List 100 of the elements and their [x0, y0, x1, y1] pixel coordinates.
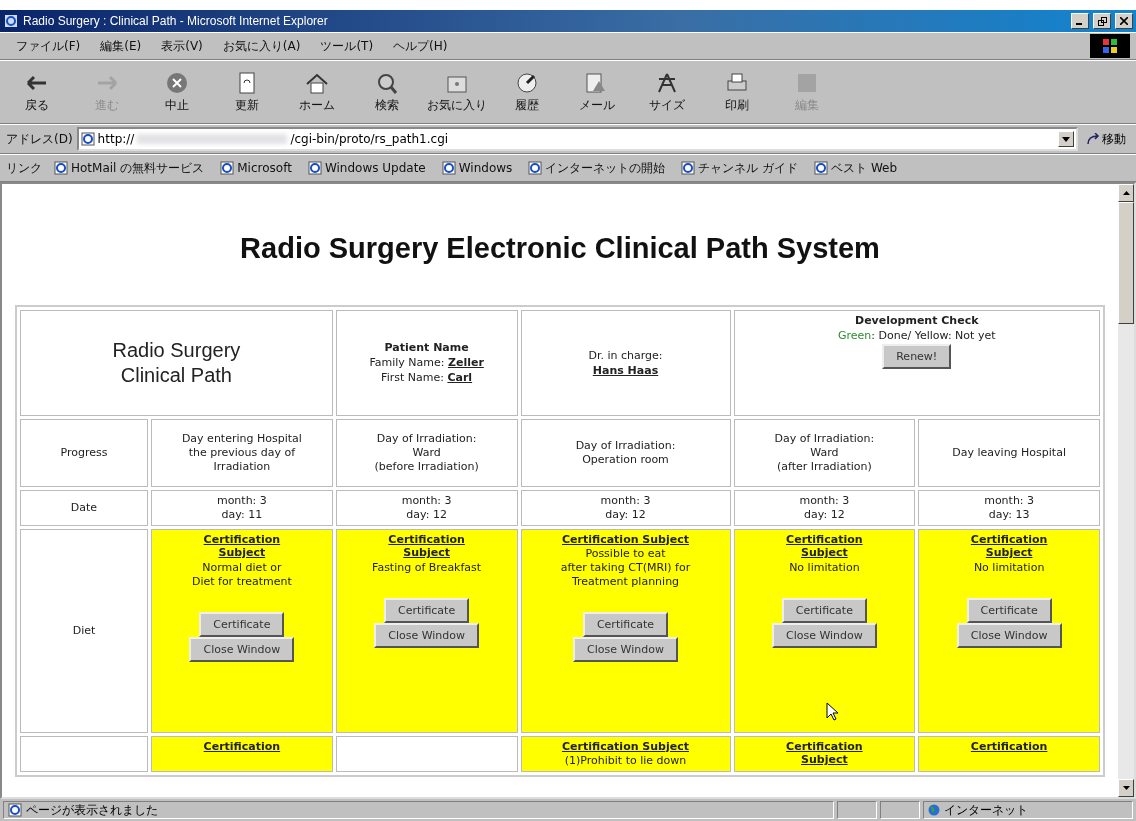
- window-title: Radio Surgery : Clinical Path - Microsoft Internet Explorer: [23, 14, 329, 28]
- toolbar-button[interactable]: 履歴: [496, 68, 558, 116]
- toolbar-button[interactable]: 印刷: [706, 68, 768, 116]
- toolbar-button[interactable]: サイズ: [636, 68, 698, 116]
- menu-item[interactable]: 編集(E): [90, 35, 152, 57]
- table-cell: month: 3 day: 13: [918, 490, 1100, 526]
- renew-button[interactable]: Renew!: [882, 343, 952, 369]
- menu-item[interactable]: ヘルプ(H): [383, 35, 458, 57]
- app-icon: [3, 13, 19, 29]
- link-item[interactable]: チャンネル ガイド: [681, 159, 799, 177]
- scroll-thumb[interactable]: [1118, 202, 1134, 324]
- subject-link[interactable]: Certification: [970, 739, 1048, 754]
- table-cell: Radio Surgery Clinical Path: [20, 310, 333, 416]
- toolbar-button[interactable]: ホーム: [286, 68, 348, 116]
- cell-text: No limitation: [973, 561, 1045, 575]
- ie-page-icon: [8, 803, 22, 817]
- family-name-link[interactable]: Zeller: [447, 356, 484, 370]
- link-item[interactable]: ベスト Web: [814, 159, 898, 177]
- patient-heading: Patient Name: [384, 341, 469, 356]
- subject-link[interactable]: Certification Subject: [562, 532, 689, 547]
- toolbar-button[interactable]: 検索: [356, 68, 418, 116]
- first-name-label: First Name: Carl: [381, 370, 473, 385]
- close-window-button[interactable]: Close Window: [374, 622, 480, 648]
- history-icon: [514, 70, 540, 95]
- toolbar-button[interactable]: 更新: [216, 68, 278, 116]
- certificate-button[interactable]: Certificate: [781, 597, 867, 623]
- subject-link[interactable]: Certification Subject: [786, 739, 863, 767]
- table-cell: month: 3 day: 12: [733, 490, 916, 526]
- subject-link[interactable]: Certification Subject: [970, 532, 1048, 560]
- subject-link[interactable]: Certification Subject: [203, 532, 281, 560]
- ie-page-icon: [54, 161, 68, 175]
- minimize-button[interactable]: [1071, 13, 1089, 29]
- doctor-name-link[interactable]: Hans Haas: [592, 363, 659, 378]
- cell-text: (1)Prohibit to lie down: [564, 754, 687, 768]
- scroll-down-button[interactable]: [1118, 779, 1134, 797]
- ie-page-icon: [441, 161, 456, 175]
- go-button[interactable]: 移動: [1082, 130, 1130, 148]
- mouse-cursor-icon: [826, 702, 840, 722]
- subject-link[interactable]: Certification Subject: [786, 532, 863, 560]
- family-name-label: Family Name: Zeller: [369, 356, 484, 370]
- dropdown-button[interactable]: [1058, 131, 1074, 147]
- certificate-button[interactable]: Certificate: [966, 597, 1052, 623]
- toolbar-button[interactable]: お気に入り: [426, 68, 488, 116]
- address-field[interactable]: http:// /cgi-bin/proto/rs_path1.cgi: [76, 127, 1078, 151]
- table-cell: Day entering Hospital the previous day of Irradiation: [151, 419, 333, 487]
- restore-icon: [1097, 16, 1107, 26]
- zone-text: インターネット: [923, 801, 1133, 819]
- certificate-button[interactable]: Certificate: [199, 611, 285, 637]
- cell-text: Possible to eat after taking CT(MRI) for Treatment planning: [560, 547, 691, 589]
- menu-item[interactable]: 表示(V): [151, 35, 213, 57]
- status-text: ページが表示されました: [3, 801, 834, 819]
- go-arrow-icon: [1086, 133, 1100, 145]
- table-cell: Day of Irradiation: Operation room: [520, 419, 731, 487]
- windows-logo: [1090, 34, 1130, 58]
- subject-link[interactable]: Certification: [203, 739, 281, 754]
- table-cell: Day of Irradiation: Ward (before Irradiation): [335, 419, 518, 487]
- link-item[interactable]: Windows Update: [307, 161, 426, 175]
- subject-link[interactable]: Certification Subject: [388, 532, 465, 560]
- menu-item[interactable]: ファイル(F): [6, 35, 91, 57]
- link-item[interactable]: Windows: [441, 161, 513, 175]
- development-check-title: Development Check: [855, 314, 979, 328]
- close-window-button[interactable]: Close Window: [189, 636, 295, 662]
- restore-button[interactable]: [1093, 13, 1111, 29]
- scroll-up-button[interactable]: [1118, 184, 1134, 202]
- down-arrow-icon: [1122, 786, 1130, 790]
- address-label: アドレス(D): [6, 130, 73, 148]
- cell-text: Normal diet or Diet for treatment: [191, 561, 292, 589]
- menu-item[interactable]: お気に入り(A): [212, 35, 311, 57]
- stop-icon: [164, 70, 190, 95]
- toolbar-button[interactable]: 中止: [146, 68, 208, 116]
- table-cell: month: 3 day: 11: [151, 490, 333, 526]
- certificate-button[interactable]: Certificate: [384, 597, 470, 623]
- globe-icon: [928, 804, 940, 816]
- table-cell: Date: [20, 490, 148, 526]
- menu-item[interactable]: ツール(T): [310, 35, 384, 57]
- ie-page-icon: [80, 132, 95, 146]
- table-cell: Day leaving Hospital: [918, 419, 1100, 487]
- toolbar-button[interactable]: 戻る: [6, 68, 68, 116]
- close-window-button[interactable]: Close Window: [771, 622, 877, 648]
- ie-page-icon: [307, 161, 322, 175]
- ie-page-icon: [814, 161, 829, 175]
- link-item[interactable]: インターネットの開始: [528, 159, 666, 177]
- subject-link[interactable]: Certification Subject: [562, 739, 689, 754]
- caret-icon: [1062, 136, 1070, 142]
- links-label: リンク: [6, 159, 42, 177]
- status-pane: [837, 801, 877, 819]
- link-item[interactable]: HotMail の無料サービス: [54, 159, 205, 177]
- close-window-button[interactable]: Close Window: [573, 636, 678, 662]
- toolbar-button[interactable]: メール: [566, 68, 628, 116]
- legend-text: Green: Done/ Yellow: Not yet: [838, 328, 996, 343]
- table-cell: Progress: [20, 419, 148, 487]
- close-button[interactable]: [1115, 13, 1133, 29]
- link-item[interactable]: Microsoft: [220, 161, 292, 175]
- cell-text: No limitation: [789, 561, 860, 575]
- first-name-link[interactable]: Carl: [447, 370, 473, 384]
- table-cell: Day of Irradiation: Ward (after Irradiation): [733, 419, 916, 487]
- close-window-button[interactable]: Close Window: [956, 622, 1062, 648]
- cell-text: Fasting of Breakfast: [372, 561, 482, 575]
- table-cell: month: 3 day: 12: [520, 490, 731, 526]
- certificate-button[interactable]: Certificate: [582, 611, 669, 637]
